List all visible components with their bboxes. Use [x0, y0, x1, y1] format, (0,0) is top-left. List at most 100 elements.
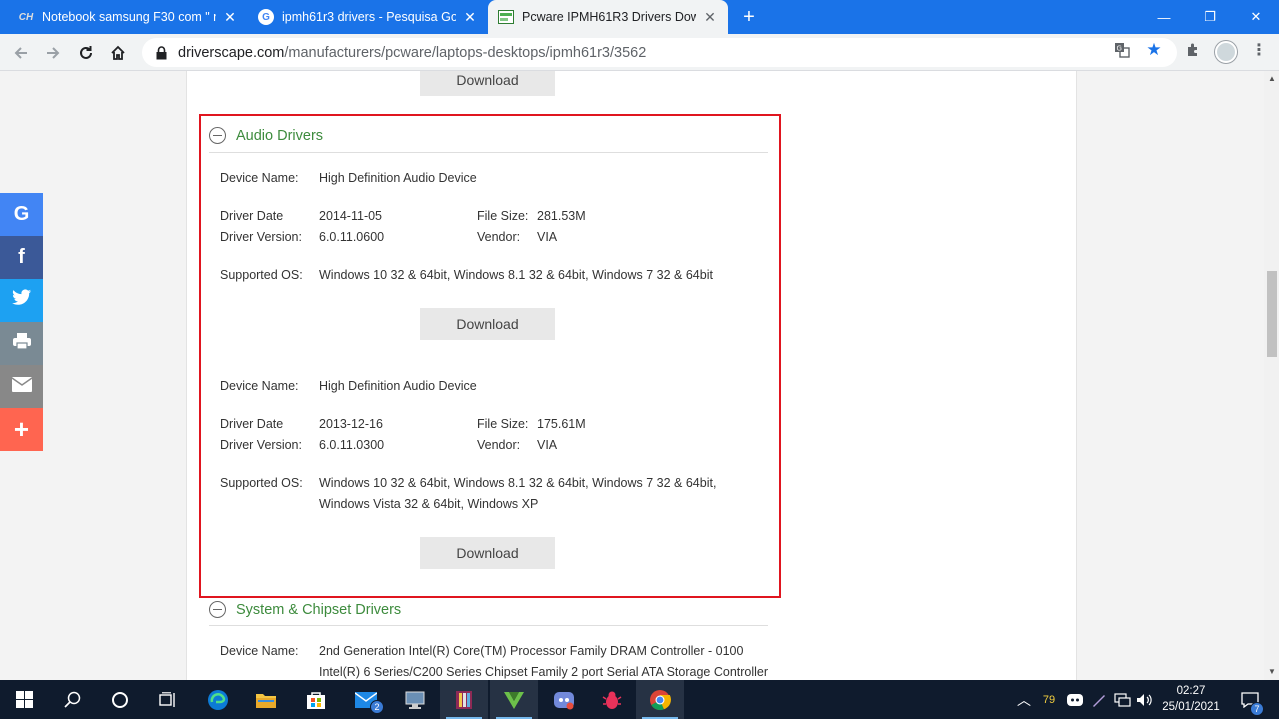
divider: [209, 152, 768, 153]
device-name-label: Device Name:: [220, 644, 299, 658]
tab-google-search[interactable]: G ipmh61r3 drivers - Pesquisa Goo ✕: [248, 0, 488, 34]
notification-badge: 7: [1250, 702, 1264, 716]
driver-version-label: Driver Version:: [220, 230, 302, 244]
task-view-icon[interactable]: [144, 680, 192, 719]
tab-title: Notebook samsung F30 com " não: [42, 10, 216, 24]
close-tab-icon[interactable]: ✕: [702, 9, 718, 26]
extensions-icon[interactable]: [1182, 39, 1204, 61]
collapse-minus-icon[interactable]: [209, 127, 226, 144]
network-pc-icon[interactable]: [391, 680, 439, 719]
scrollbar-thumb[interactable]: [1267, 271, 1277, 357]
bookmark-star-icon[interactable]: ★: [1143, 39, 1165, 61]
browser-tab-strip: CH Notebook samsung F30 com " não ✕ G ip…: [0, 0, 1279, 34]
file-explorer-icon[interactable]: [242, 680, 290, 719]
download-button-previous[interactable]: Download: [420, 71, 555, 96]
window-close-icon[interactable]: ✕: [1233, 0, 1279, 34]
profile-avatar[interactable]: [1215, 41, 1237, 63]
device-name-value-line2: Intel(R) 6 Series/C200 Series Chipset Fa…: [319, 665, 769, 679]
edge-icon[interactable]: [194, 680, 242, 719]
ch-favicon-icon: CH: [18, 11, 34, 23]
driver-list-container: Download Audio Drivers Device Name: High…: [186, 71, 1077, 680]
vendor-label: Vendor:: [477, 438, 521, 452]
close-tab-icon[interactable]: ✕: [462, 9, 478, 26]
section-title: System & Chipset Drivers: [236, 601, 402, 618]
svg-text:G: G: [1117, 45, 1122, 53]
tab-notebook-samsung[interactable]: CH Notebook samsung F30 com " não ✕: [8, 0, 248, 34]
discord-tray-icon[interactable]: [1064, 680, 1086, 719]
google-icon: G: [13, 203, 30, 225]
device-name-label: Device Name:: [220, 171, 299, 185]
system-chipset-drivers-header[interactable]: System & Chipset Drivers: [209, 601, 401, 618]
reload-icon[interactable]: [73, 40, 99, 66]
forward-icon[interactable]: [40, 40, 66, 66]
share-print-button[interactable]: [0, 322, 43, 365]
search-icon[interactable]: [48, 680, 96, 719]
clock-time: 02:27: [1176, 685, 1206, 697]
home-icon[interactable]: [105, 40, 131, 66]
share-facebook-button[interactable]: f: [0, 236, 43, 279]
close-tab-icon[interactable]: ✕: [222, 9, 238, 26]
plus-icon: +: [13, 414, 30, 444]
address-bar[interactable]: driverscape.com/manufacturers/pcware/lap…: [142, 38, 1177, 67]
show-hidden-icons-chevron-up-icon[interactable]: ︿: [1014, 680, 1034, 719]
vendor-value: VIA: [537, 438, 558, 452]
supported-os-value-line2: Windows Vista 32 & 64bit, Windows XP: [319, 497, 539, 511]
collapse-minus-icon[interactable]: [209, 601, 226, 618]
winrar-app-icon[interactable]: [440, 680, 488, 719]
minimize-icon[interactable]: —: [1141, 0, 1187, 34]
tab-pcware-drivers[interactable]: Pcware IPMH61R3 Drivers Downlo ✕: [488, 0, 728, 34]
share-google-button[interactable]: G: [0, 193, 43, 236]
device-name-label: Device Name:: [220, 379, 299, 393]
device-name-value: 2nd Generation Intel(R) Core(TM) Process…: [319, 644, 744, 658]
temperature-tray-text[interactable]: 79: [1038, 680, 1060, 719]
translate-icon[interactable]: G: [1111, 39, 1133, 61]
tab-title: ipmh61r3 drivers - Pesquisa Goo: [282, 10, 456, 24]
url-path: /manufacturers/pcware/laptops-desktops/i…: [284, 44, 647, 61]
cortana-icon[interactable]: [96, 680, 144, 719]
browser-toolbar: driverscape.com/manufacturers/pcware/lap…: [0, 34, 1279, 71]
facebook-icon: f: [18, 246, 25, 268]
notifications-icon[interactable]: 7: [1236, 680, 1264, 719]
pen-tray-icon[interactable]: [1088, 680, 1110, 719]
driver-version-value: 6.0.11.0600: [319, 230, 385, 244]
microsoft-store-icon[interactable]: [292, 680, 340, 719]
share-twitter-button[interactable]: [0, 279, 43, 322]
scroll-down-arrow-icon[interactable]: ▼: [1267, 667, 1277, 677]
device-name-value: High Definition Audio Device: [319, 379, 477, 393]
divider: [209, 625, 768, 626]
page-viewport: Download Audio Drivers Device Name: High…: [0, 71, 1279, 680]
audio-drivers-highlight-box: [199, 114, 781, 598]
page-scrollbar[interactable]: ▲ ▼: [1264, 71, 1279, 680]
section-title: Audio Drivers: [236, 127, 324, 144]
file-size-label: File Size:: [477, 209, 529, 223]
start-windows-icon[interactable]: [0, 680, 48, 719]
clock-date: 25/01/2021: [1162, 701, 1220, 713]
download-button[interactable]: Download: [420, 308, 555, 340]
vegas-app-icon[interactable]: [490, 680, 538, 719]
discord-app-icon[interactable]: [540, 680, 588, 719]
back-icon[interactable]: [8, 40, 34, 66]
audio-drivers-header[interactable]: Audio Drivers: [209, 127, 323, 144]
mail-icon: [11, 375, 32, 398]
share-more-button[interactable]: +: [0, 408, 43, 451]
driver-date-value: 2014-11-05: [319, 209, 383, 223]
file-size-value: 281.53M: [537, 209, 586, 223]
volume-tray-icon[interactable]: [1134, 680, 1154, 719]
download-button[interactable]: Download: [420, 537, 555, 569]
url-host: driverscape.com: [178, 44, 285, 61]
mail-badge: 2: [370, 700, 384, 714]
chrome-app-icon[interactable]: [636, 680, 684, 719]
lock-icon[interactable]: [154, 45, 168, 61]
vendor-value: VIA: [537, 230, 558, 244]
network-tray-icon[interactable]: [1111, 680, 1133, 719]
share-email-button[interactable]: [0, 365, 43, 408]
scroll-up-arrow-icon[interactable]: ▲: [1267, 74, 1277, 84]
new-tab-button[interactable]: +: [738, 6, 760, 28]
windows-taskbar: 2 ︿ 79 02:27 25/01/2021 7: [0, 680, 1279, 719]
menu-kebab-icon[interactable]: ⋮: [1248, 39, 1270, 61]
bug-app-icon[interactable]: [588, 680, 636, 719]
restore-icon[interactable]: ❐: [1187, 0, 1233, 34]
mail-app-icon[interactable]: 2: [342, 680, 390, 719]
clock[interactable]: 02:27 25/01/2021: [1152, 683, 1230, 715]
file-size-label: File Size:: [477, 417, 529, 431]
